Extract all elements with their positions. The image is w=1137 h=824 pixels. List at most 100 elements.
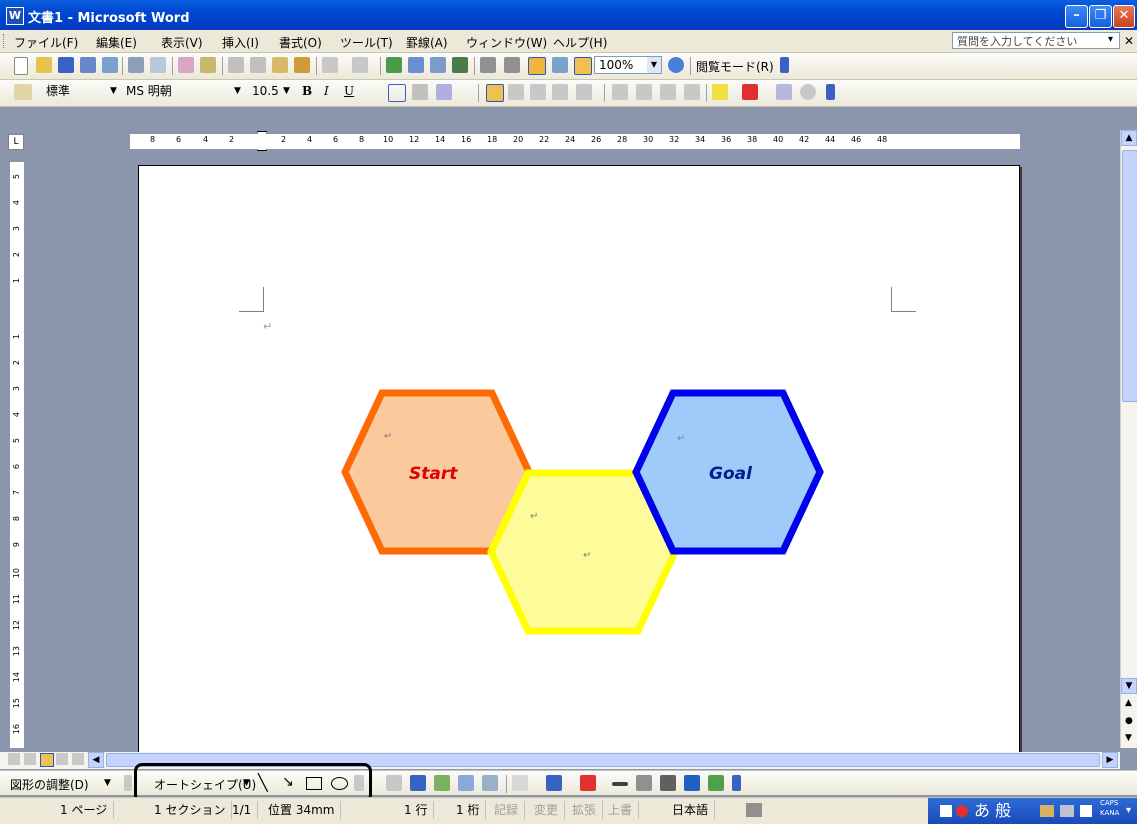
show-hide-icon[interactable] bbox=[574, 57, 592, 75]
distribute-icon[interactable] bbox=[552, 84, 568, 100]
scroll-up-icon[interactable]: ▲ bbox=[1121, 130, 1137, 146]
insert-table-icon[interactable] bbox=[430, 57, 446, 73]
status-ovr[interactable]: 上書 bbox=[608, 801, 640, 819]
status-rec[interactable]: 記録 bbox=[494, 801, 526, 819]
word-icon[interactable]: W bbox=[6, 7, 24, 25]
menu-window[interactable]: ウィンドウ(W) bbox=[466, 34, 547, 51]
hyperlink-icon[interactable] bbox=[386, 57, 402, 73]
picture-icon[interactable] bbox=[482, 775, 498, 791]
char-scale-icon[interactable] bbox=[436, 84, 452, 100]
vertical-ruler[interactable]: 5 4 3 2 1 1 2 3 4 5 6 7 8 9 10 11 12 13 … bbox=[0, 152, 36, 748]
scroll-right-icon[interactable]: ▶ bbox=[1102, 752, 1118, 768]
ime-keyboard-icon[interactable] bbox=[940, 805, 952, 817]
next-page-icon[interactable]: ▼ bbox=[1125, 733, 1132, 743]
3d-style-icon[interactable] bbox=[708, 775, 724, 791]
insert-excel-icon[interactable] bbox=[452, 57, 468, 73]
menu-file[interactable]: ファイル(F) bbox=[14, 34, 78, 51]
select-objects-icon[interactable] bbox=[124, 775, 132, 791]
tables-borders-icon[interactable] bbox=[408, 57, 424, 73]
document-map-icon[interactable] bbox=[552, 57, 568, 73]
redo-icon[interactable] bbox=[352, 57, 368, 73]
close-button[interactable]: ✕ bbox=[1113, 5, 1135, 28]
ime-tool-icon[interactable] bbox=[1040, 805, 1054, 817]
font-select[interactable]: MS 明朝 bbox=[122, 83, 242, 101]
spelling-status-icon[interactable] bbox=[746, 803, 762, 817]
phonetic-guide-icon[interactable] bbox=[776, 84, 792, 100]
document-page[interactable]: ↵ ↵ ↵ ↵ ↵ Start Goal bbox=[138, 165, 1020, 757]
outline-view-icon[interactable] bbox=[56, 753, 68, 765]
font-color-icon[interactable] bbox=[742, 84, 758, 100]
enclose-char-icon[interactable] bbox=[800, 84, 816, 100]
draw-adjust-dropdown-icon[interactable]: ▼ bbox=[104, 778, 111, 788]
copy-icon[interactable] bbox=[250, 57, 266, 73]
align-justify-icon[interactable] bbox=[486, 84, 504, 102]
line-color-icon[interactable] bbox=[546, 775, 562, 791]
menu-edit[interactable]: 編集(E) bbox=[96, 34, 137, 51]
title-bar[interactable]: W 文書1 - Microsoft Word – ❐ ✕ bbox=[0, 0, 1137, 30]
wordart-icon[interactable] bbox=[410, 775, 426, 791]
ime-bar[interactable]: あ 般 CAPS KANA ▾ bbox=[928, 798, 1137, 824]
status-ext[interactable]: 拡張 bbox=[572, 801, 604, 819]
undo-icon[interactable] bbox=[322, 57, 338, 73]
fill-color-icon[interactable] bbox=[512, 775, 528, 791]
styles-pane-icon[interactable] bbox=[14, 84, 32, 100]
research-icon[interactable] bbox=[200, 57, 216, 73]
print-layout-view-icon[interactable] bbox=[40, 753, 54, 767]
menu-table[interactable]: 罫線(A) bbox=[406, 34, 448, 51]
font-color-draw-icon[interactable] bbox=[580, 775, 596, 791]
decrease-indent-icon[interactable] bbox=[660, 84, 676, 100]
arrow-style-icon[interactable] bbox=[660, 775, 676, 791]
highlight-icon[interactable] bbox=[712, 84, 728, 100]
spelling-icon[interactable] bbox=[178, 57, 194, 73]
toolbar-grip[interactable] bbox=[3, 34, 7, 48]
size-dropdown-icon[interactable]: ▼ bbox=[283, 86, 290, 96]
italic-button[interactable]: I bbox=[324, 84, 329, 98]
select-browse-icon[interactable]: ● bbox=[1125, 716, 1133, 726]
scroll-down-icon[interactable]: ▼ bbox=[1121, 678, 1137, 694]
numbering-icon[interactable] bbox=[612, 84, 628, 100]
doc-close-icon[interactable]: ✕ bbox=[1124, 34, 1134, 48]
paste-icon[interactable] bbox=[272, 57, 288, 73]
scroll-thumb[interactable] bbox=[1122, 150, 1137, 402]
drawing-toggle-icon[interactable] bbox=[528, 57, 546, 75]
horizontal-ruler[interactable]: L 8 6 4 2 2 4 6 8 10 12 14 16 18 20 22 2… bbox=[0, 130, 1120, 152]
line-spacing-icon[interactable] bbox=[576, 84, 592, 100]
minimize-button[interactable]: – bbox=[1065, 5, 1088, 28]
help-icon[interactable] bbox=[668, 57, 684, 73]
style-select[interactable]: 標準 bbox=[42, 83, 112, 101]
normal-view-icon[interactable] bbox=[8, 753, 20, 765]
shadow-style-icon[interactable] bbox=[684, 775, 700, 791]
help-dropdown-icon[interactable]: ▾ bbox=[1108, 34, 1113, 45]
ime-pad-icon[interactable] bbox=[1060, 805, 1074, 817]
ime-options-icon[interactable]: ▾ bbox=[1126, 798, 1131, 824]
toolbar-options-icon[interactable] bbox=[732, 775, 741, 791]
diagram-icon[interactable] bbox=[434, 775, 450, 791]
underline-button[interactable]: U bbox=[344, 84, 354, 98]
maximize-button[interactable]: ❐ bbox=[1089, 5, 1112, 28]
vertical-text-icon[interactable] bbox=[504, 57, 520, 73]
vertical-scrollbar[interactable]: ▲ ▼ ▲ ● ▼ bbox=[1120, 130, 1137, 748]
status-trk[interactable]: 変更 bbox=[534, 801, 566, 819]
permission-icon[interactable] bbox=[80, 57, 96, 73]
toolbar-options-icon[interactable] bbox=[826, 84, 835, 100]
style-dropdown-icon[interactable]: ▼ bbox=[110, 86, 117, 96]
tab-selector[interactable]: L bbox=[8, 134, 24, 150]
save-icon[interactable] bbox=[58, 57, 74, 73]
char-border-icon[interactable] bbox=[388, 84, 406, 102]
align-right-icon[interactable] bbox=[530, 84, 546, 100]
bullets-icon[interactable] bbox=[636, 84, 652, 100]
ime-help-icon[interactable] bbox=[1080, 805, 1092, 817]
line-style-icon[interactable] bbox=[612, 782, 628, 786]
toolbar-options-icon[interactable] bbox=[780, 57, 789, 73]
new-icon[interactable] bbox=[14, 57, 28, 75]
columns-icon[interactable] bbox=[480, 57, 496, 73]
print-icon[interactable] bbox=[128, 57, 144, 73]
web-view-icon[interactable] bbox=[24, 753, 36, 765]
vertical-textbox-icon[interactable] bbox=[386, 775, 402, 791]
scroll-left-icon[interactable]: ◀ bbox=[88, 752, 104, 768]
open-icon[interactable] bbox=[36, 57, 52, 73]
menu-help[interactable]: ヘルプ(H) bbox=[553, 34, 607, 51]
help-search-input[interactable]: 質問を入力してください bbox=[952, 32, 1120, 49]
zoom-select[interactable]: 100% ▼ bbox=[594, 56, 662, 74]
increase-indent-icon[interactable] bbox=[684, 84, 700, 100]
